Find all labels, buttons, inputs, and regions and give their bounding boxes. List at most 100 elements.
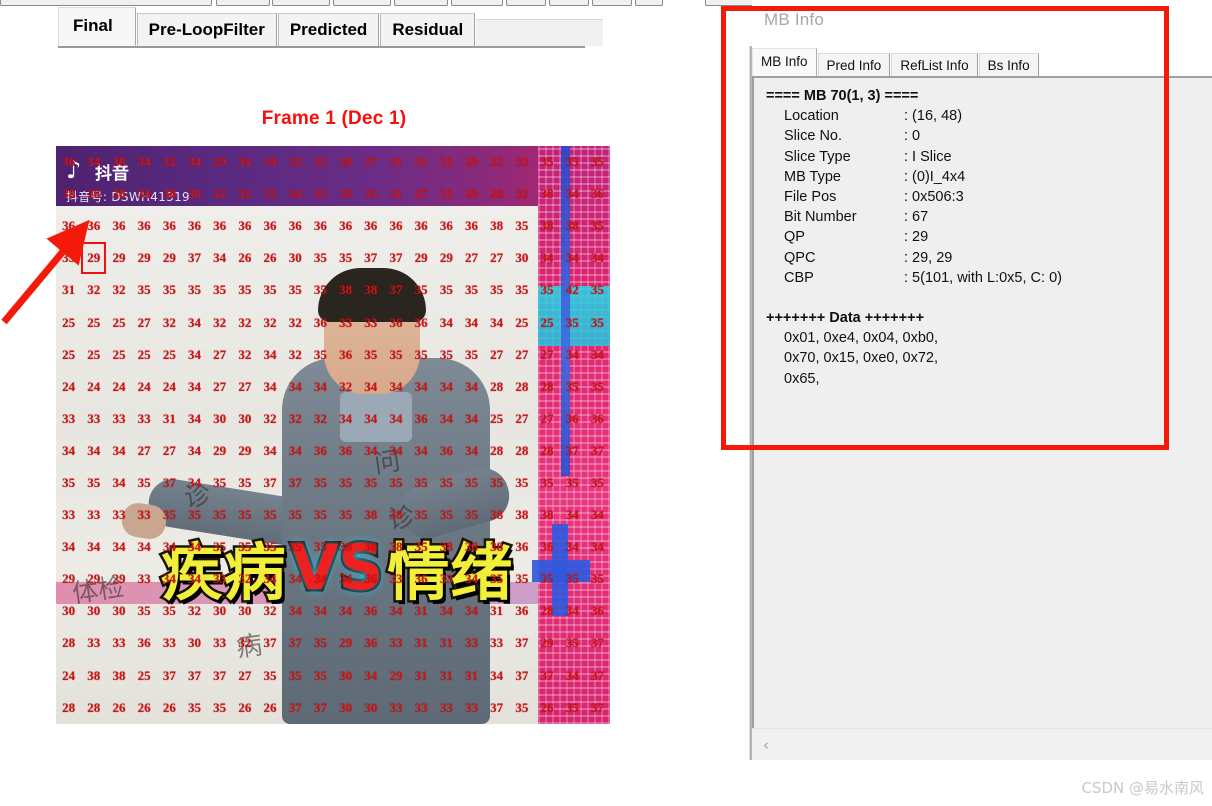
qp-cell[interactable]: 35 xyxy=(560,306,585,338)
qp-cell[interactable]: 32 xyxy=(257,178,282,210)
qp-cell[interactable]: 34 xyxy=(434,595,459,627)
qp-cell[interactable]: 26 xyxy=(106,692,131,724)
qp-cell[interactable]: 34 xyxy=(257,146,282,178)
qp-cell[interactable]: 32 xyxy=(207,306,232,338)
qp-cell[interactable]: 38 xyxy=(484,210,509,242)
qp-cell[interactable]: 27 xyxy=(157,435,182,467)
qp-cell[interactable]: 34 xyxy=(182,563,207,595)
qp-cell[interactable]: 35 xyxy=(560,692,585,724)
qp-cell[interactable]: 35 xyxy=(585,467,610,499)
qp-cell[interactable]: 35 xyxy=(560,371,585,403)
qp-cell[interactable]: 37 xyxy=(283,467,308,499)
qp-cell[interactable]: 34 xyxy=(585,339,610,371)
qp-cell[interactable]: 34 xyxy=(434,306,459,338)
qp-cell[interactable]: 32 xyxy=(257,595,282,627)
qp-cell[interactable]: 35 xyxy=(257,531,282,563)
qp-cell[interactable]: 35 xyxy=(308,499,333,531)
qp-cell[interactable]: 35 xyxy=(383,339,408,371)
qp-cell[interactable]: 34 xyxy=(81,435,106,467)
qp-cell[interactable]: 34 xyxy=(81,146,106,178)
qp-cell[interactable]: 35 xyxy=(358,467,383,499)
qp-cell[interactable]: 37 xyxy=(585,627,610,659)
qp-cell[interactable]: 35 xyxy=(459,499,484,531)
qp-cell[interactable]: 33 xyxy=(459,627,484,659)
qp-cell[interactable]: 28 xyxy=(484,371,509,403)
toolbar-button[interactable] xyxy=(506,0,546,6)
qp-cell[interactable]: 35 xyxy=(585,371,610,403)
qp-cell[interactable]: 35 xyxy=(257,499,282,531)
qp-cell[interactable]: 37 xyxy=(383,274,408,306)
toolbar-button[interactable] xyxy=(451,0,503,6)
qp-cell[interactable]: 28 xyxy=(534,595,559,627)
toolbar-button[interactable] xyxy=(635,0,663,6)
qp-cell[interactable]: 34 xyxy=(283,435,308,467)
qp-cell[interactable]: 36 xyxy=(333,435,358,467)
qp-cell[interactable]: 32 xyxy=(283,146,308,178)
qp-cell[interactable]: 33 xyxy=(132,563,157,595)
qp-cell[interactable]: 34 xyxy=(585,531,610,563)
qp-cell[interactable]: 37 xyxy=(534,660,559,692)
qp-cell[interactable]: 32 xyxy=(182,595,207,627)
frame-preview[interactable]: 诊 问 诊 体检 病 ♪ 抖音 抖音号: DSWH41319 疾病 VS 情绪 … xyxy=(56,146,610,724)
qp-cell[interactable]: 25 xyxy=(132,660,157,692)
qp-cell[interactable]: 34 xyxy=(283,595,308,627)
qp-cell[interactable]: 35 xyxy=(308,242,333,274)
qp-cell[interactable]: 25 xyxy=(157,339,182,371)
qp-cell[interactable]: 29 xyxy=(207,435,232,467)
qp-cell[interactable]: 32 xyxy=(232,306,257,338)
qp-cell[interactable]: 37 xyxy=(157,660,182,692)
qp-cell[interactable]: 35 xyxy=(132,595,157,627)
qp-cell[interactable]: 27 xyxy=(358,146,383,178)
qp-cell[interactable]: 37 xyxy=(585,435,610,467)
qp-cell[interactable]: 34 xyxy=(459,371,484,403)
qp-cell[interactable]: 34 xyxy=(585,499,610,531)
qp-cell[interactable]: 34 xyxy=(560,499,585,531)
qp-cell[interactable]: 36 xyxy=(358,210,383,242)
qp-cell[interactable]: 38 xyxy=(434,531,459,563)
qp-cell[interactable]: 27 xyxy=(484,242,509,274)
qp-cell[interactable]: 38 xyxy=(157,178,182,210)
qp-cell[interactable]: 26 xyxy=(257,692,282,724)
qp-cell[interactable]: 31 xyxy=(434,146,459,178)
qp-cell[interactable]: 35 xyxy=(560,146,585,178)
qp-cell[interactable]: 38 xyxy=(534,499,559,531)
qp-cell[interactable]: 34 xyxy=(459,306,484,338)
qp-cell[interactable]: 29 xyxy=(232,435,257,467)
qp-cell[interactable]: 34 xyxy=(484,306,509,338)
qp-cell[interactable]: 33 xyxy=(106,499,131,531)
qp-cell[interactable]: 37 xyxy=(585,660,610,692)
qp-cell[interactable]: 37 xyxy=(257,467,282,499)
qp-cell[interactable]: 34 xyxy=(560,660,585,692)
qp-cell[interactable]: 33 xyxy=(409,692,434,724)
qp-cell[interactable]: 38 xyxy=(358,531,383,563)
qp-cell[interactable]: 33 xyxy=(383,627,408,659)
qp-cell[interactable]: 35 xyxy=(132,274,157,306)
qp-cell[interactable]: 25 xyxy=(484,403,509,435)
toolbar-button[interactable] xyxy=(216,0,270,6)
qp-cell[interactable]: 36 xyxy=(509,595,534,627)
qp-cell[interactable]: 27 xyxy=(207,371,232,403)
qp-cell[interactable]: 25 xyxy=(56,339,81,371)
qp-cell[interactable]: 35 xyxy=(509,274,534,306)
mb-panel-tab-bs-info[interactable]: Bs Info xyxy=(978,53,1039,76)
qp-cell[interactable]: 33 xyxy=(132,499,157,531)
qp-cell[interactable]: 30 xyxy=(56,595,81,627)
qp-cell[interactable]: 37 xyxy=(560,435,585,467)
qp-cell[interactable]: 35 xyxy=(409,499,434,531)
qp-cell[interactable]: 35 xyxy=(560,467,585,499)
qp-cell[interactable]: 33 xyxy=(383,692,408,724)
qp-cell[interactable]: 32 xyxy=(509,178,534,210)
qp-cell[interactable]: 32 xyxy=(283,403,308,435)
qp-cell[interactable]: 34 xyxy=(182,339,207,371)
qp-cell[interactable]: 34 xyxy=(383,435,408,467)
qp-cell[interactable]: 32 xyxy=(157,146,182,178)
qp-cell[interactable]: 30 xyxy=(232,595,257,627)
qp-cell[interactable]: 35 xyxy=(207,274,232,306)
qp-cell[interactable]: 38 xyxy=(106,178,131,210)
frame-view-tab-predicted[interactable]: Predicted xyxy=(277,13,380,46)
qp-cell[interactable]: 32 xyxy=(232,339,257,371)
qp-cell[interactable]: 34 xyxy=(534,242,559,274)
qp-cell[interactable]: 35 xyxy=(308,274,333,306)
qp-cell[interactable]: 35 xyxy=(585,563,610,595)
qp-cell[interactable]: 31 xyxy=(383,146,408,178)
